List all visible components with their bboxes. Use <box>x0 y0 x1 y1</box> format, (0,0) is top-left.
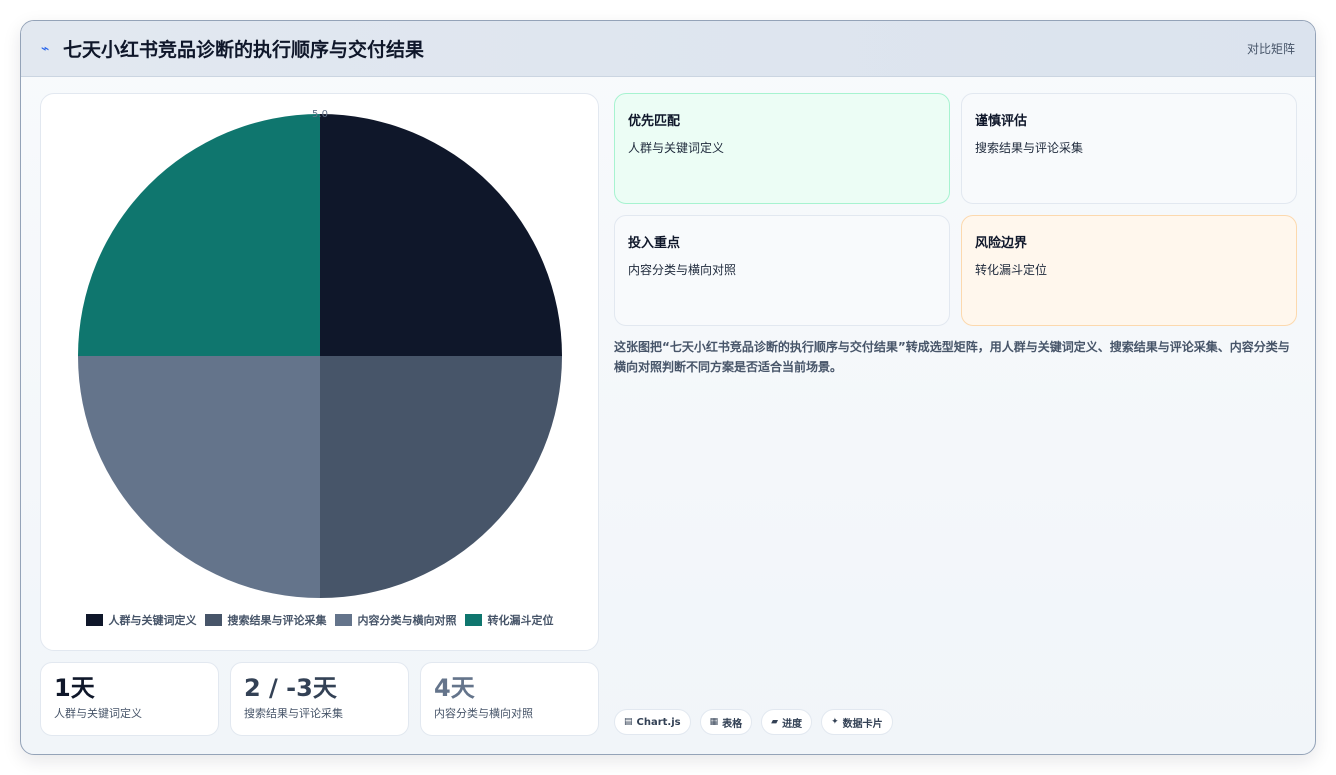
chart-icon: ▤ <box>624 717 633 727</box>
quadrant-desc: 转化漏斗定位 <box>975 263 1048 277</box>
quadrant-title: 优先匹配 <box>628 114 681 129</box>
table-icon: ▦ <box>709 717 719 727</box>
quadrant-title: 投入重点 <box>628 236 681 251</box>
pie-top-label: 5.0 <box>312 109 328 120</box>
matrix-description: 这张图把“七天小红书竞品诊断的执行顺序与交付结果”转成选型矩阵，用人群与关键词定… <box>614 340 1290 374</box>
legend-label: 搜索结果与评论采集 <box>227 614 327 627</box>
quadrant-risk-boundary[interactable]: 风险边界 转化漏斗定位 <box>961 215 1297 326</box>
chip-label: Chart.js <box>636 716 681 728</box>
chip-chartjs[interactable]: ▤ Chart.js <box>614 709 691 735</box>
chip-label: 表格 <box>722 718 743 730</box>
quadrant-careful-evaluate[interactable]: 谨慎评估 搜索结果与评论采集 <box>961 93 1297 204</box>
chip-progress[interactable]: ▰ 进度 <box>761 709 813 735</box>
quadrant-title: 风险边界 <box>975 236 1028 251</box>
header-tag[interactable]: 对比矩阵 <box>1247 40 1295 57</box>
legend-swatch <box>85 614 103 626</box>
quadrant-priority-match[interactable]: 优先匹配 人群与关键词定义 <box>614 93 950 204</box>
legend-item-3[interactable]: 内容分类与横向对照 <box>334 612 457 628</box>
stat-value: 1天 <box>54 674 95 702</box>
feature-chips: ▤ Chart.js ▦ 表格 ▰ 进度 ✦ 数据卡片 <box>614 709 893 735</box>
pie-slice-3[interactable] <box>78 356 320 598</box>
legend-item-4[interactable]: 转化漏斗定位 <box>464 612 554 628</box>
dashboard-frame: ⌁ 七天小红书竞品诊断的执行顺序与交付结果 对比矩阵 5.0 人群与关键词定义搜… <box>20 20 1316 755</box>
legend-label: 内容分类与横向对照 <box>357 614 457 627</box>
stat-card-2: 2 / -3天 搜索结果与评论采集 <box>230 662 409 736</box>
stat-label: 内容分类与横向对照 <box>434 707 533 720</box>
legend-item-1[interactable]: 人群与关键词定义 <box>85 612 197 628</box>
stat-value: 2 / -3天 <box>244 674 337 702</box>
pie-chart: 5.0 <box>78 109 562 598</box>
quadrant-investment-focus[interactable]: 投入重点 内容分类与横向对照 <box>614 215 950 326</box>
legend-item-2[interactable]: 搜索结果与评论采集 <box>204 612 327 628</box>
stat-label: 人群与关键词定义 <box>54 707 142 720</box>
legend-swatch <box>204 614 222 626</box>
legend-label: 人群与关键词定义 <box>108 614 197 627</box>
stat-value: 4天 <box>434 674 475 702</box>
sparkle-icon: ✦ <box>831 717 839 727</box>
chip-label: 数据卡片 <box>842 718 883 730</box>
quadrant-desc: 人群与关键词定义 <box>628 141 725 155</box>
quadrant-title: 谨慎评估 <box>975 114 1028 129</box>
legend-label: 转化漏斗定位 <box>487 614 554 627</box>
pie-slice-2[interactable] <box>320 356 562 598</box>
stat-card-3: 4天 内容分类与横向对照 <box>420 662 599 736</box>
quadrant-desc: 搜索结果与评论采集 <box>975 141 1084 155</box>
chip-data-card[interactable]: ✦ 数据卡片 <box>821 709 893 735</box>
chip-label: 进度 <box>782 718 803 730</box>
progress-icon: ▰ <box>771 717 779 727</box>
page-title: 七天小红书竞品诊断的执行顺序与交付结果 <box>63 39 425 61</box>
stat-label: 搜索结果与评论采集 <box>244 707 343 720</box>
chip-table[interactable]: ▦ 表格 <box>699 709 753 735</box>
quadrant-desc: 内容分类与横向对照 <box>628 263 737 277</box>
lightning-icon: ⌁ <box>41 40 50 57</box>
pie-chart-card: 5.0 人群与关键词定义 搜索结果与评论采集 内容分类与横向对照 转化漏斗定位 <box>40 93 599 651</box>
pie-slice-4[interactable] <box>78 114 320 356</box>
stat-card-1: 1天 人群与关键词定义 <box>40 662 219 736</box>
legend-swatch <box>334 614 352 626</box>
header-bar: ⌁ 七天小红书竞品诊断的执行顺序与交付结果 对比矩阵 <box>21 21 1315 77</box>
pie-slice-1[interactable] <box>320 114 562 356</box>
chart-legend: 人群与关键词定义 搜索结果与评论采集 内容分类与横向对照 转化漏斗定位 <box>41 612 598 628</box>
legend-swatch <box>464 614 482 626</box>
